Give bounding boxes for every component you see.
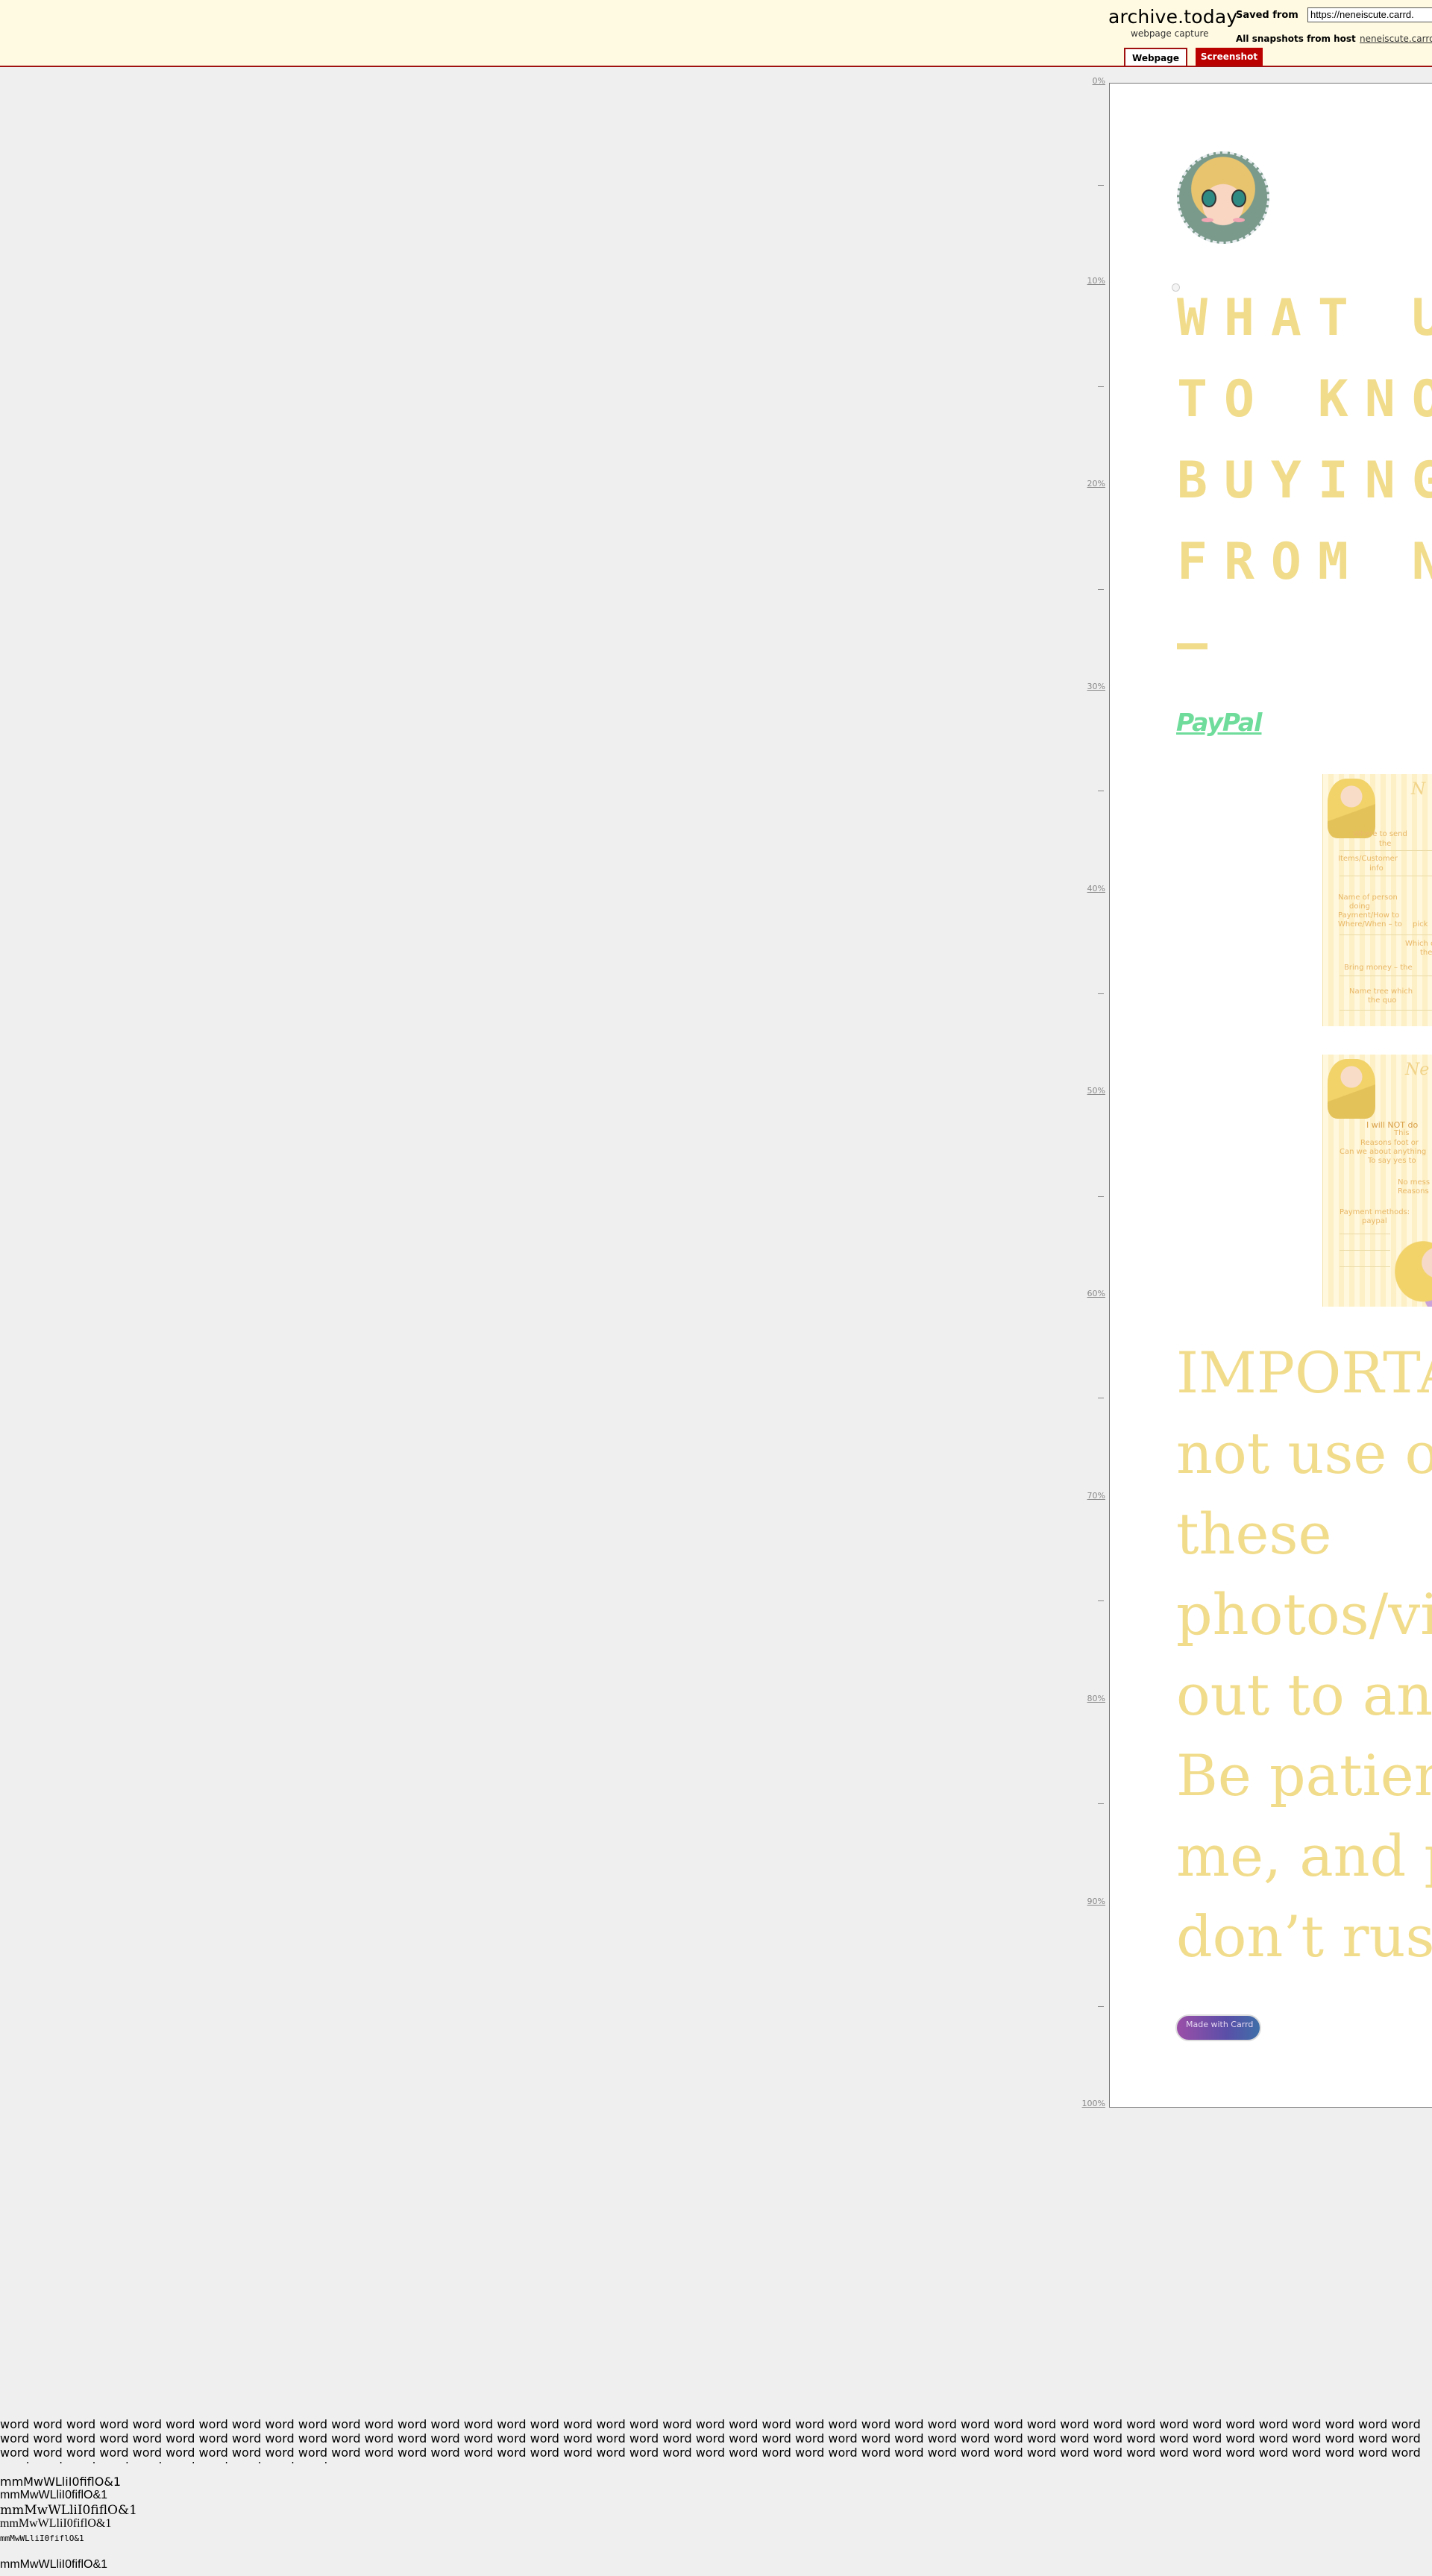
info-card-line: the — [1379, 840, 1392, 848]
character-illustration — [1390, 1219, 1432, 1307]
scale-tick[interactable]: 20% — [1087, 479, 1105, 489]
info-card-line: Name of person — [1338, 893, 1398, 902]
from-host-text: from host — [1307, 34, 1356, 44]
scale-tick[interactable]: 10% — [1087, 276, 1105, 286]
info-card-line: Items/Customer — [1338, 855, 1398, 863]
info-card-rule — [1340, 850, 1432, 851]
avatar-blush — [1233, 218, 1245, 222]
avatar-blush — [1202, 218, 1213, 222]
font-test-line: mmMwWLliI0fiflO&1 — [0, 2489, 108, 2501]
paypal-link[interactable]: PayPal — [1176, 708, 1262, 737]
captured-webpage: WHAT U TO KNO BUYING FROM N – PayPal N W… — [1109, 83, 1432, 2108]
character-illustration — [1328, 779, 1375, 838]
avatar-eye — [1202, 189, 1216, 207]
rules-card-line: Reasons foot or — [1360, 1139, 1419, 1147]
all-snapshots-label: All snapshots from host — [1236, 34, 1356, 44]
made-with-carrd-button[interactable]: Made with Carrd — [1175, 2014, 1261, 2041]
saved-from-label: Saved from — [1236, 10, 1298, 21]
page-headline: WHAT U TO KNO BUYING FROM N – — [1177, 289, 1432, 673]
scale-tick[interactable]: 60% — [1087, 1289, 1105, 1298]
rules-card-title: Ne — [1405, 1061, 1430, 1079]
info-card-line: the state — [1420, 949, 1432, 957]
font-test-line: mmMwWLliI0fiflO&1 — [0, 2503, 137, 2518]
rules-card-rule — [1340, 1250, 1390, 1251]
avatar-eye — [1231, 189, 1246, 207]
scale-dash — [1098, 185, 1104, 186]
info-card-line: Bring money – the — [1344, 964, 1413, 972]
character-illustration — [1328, 1059, 1375, 1119]
info-card-line: Payment/How to — [1338, 911, 1400, 920]
info-card-title: N — [1411, 780, 1426, 799]
info-card-line: Where to send — [1353, 830, 1407, 838]
info-card-rule — [1340, 1010, 1432, 1011]
saved-url-field[interactable] — [1307, 7, 1432, 22]
scale-tick[interactable]: 80% — [1087, 1694, 1105, 1703]
font-test-line: mmMwWLliI0fiflO&1 — [0, 2517, 112, 2530]
avatar — [1177, 151, 1269, 244]
scale-dash — [1098, 2006, 1104, 2007]
scale-dash — [1098, 1803, 1104, 1804]
font-test-line: mmMwWLliI0fiflO&1 — [0, 2533, 84, 2543]
info-card-line: Which one — [1405, 940, 1432, 948]
scale-dash — [1098, 1600, 1104, 1601]
rules-card-image: Ne I will NOT do This Reasons foot or Ca… — [1322, 1055, 1432, 1307]
scale-tick[interactable]: 70% — [1087, 1491, 1105, 1501]
important-notice: IMPORTA not use o these photos/vi out to… — [1176, 1339, 1432, 1970]
tab-screenshot[interactable]: Screenshot — [1196, 48, 1263, 66]
host-snapshots-link[interactable]: neneiscute.carrd — [1360, 34, 1432, 44]
scale-dash — [1098, 1196, 1104, 1197]
archive-header: archive.today webpage capture Saved from… — [0, 0, 1432, 67]
info-card-line: doing — [1349, 902, 1370, 911]
font-test-line: mmMwWLliI0fiflO&1 — [0, 2475, 121, 2489]
scale-dash — [1098, 386, 1104, 387]
all-snapshots-text: All snapshots — [1236, 34, 1304, 44]
rules-card-line: Can we about anything — [1340, 1148, 1427, 1156]
scale-tick[interactable]: 90% — [1087, 1897, 1105, 1906]
scale-tick[interactable]: 30% — [1087, 682, 1105, 691]
rules-card-line: No mess — [1398, 1178, 1431, 1187]
rules-card-line: Payment methods: — [1340, 1208, 1410, 1216]
font-test-line: mmMwWLliI0fiflO&1 — [0, 2558, 108, 2571]
scale-tick[interactable]: 0% — [1093, 76, 1105, 86]
scale-dash — [1098, 993, 1104, 994]
scale-tick[interactable]: 40% — [1087, 884, 1105, 893]
rules-card-line: Reasons — [1398, 1187, 1429, 1196]
tab-webpage[interactable]: Webpage — [1124, 48, 1187, 66]
rules-card-line: To say yes to — [1368, 1157, 1416, 1165]
info-card-rule — [1340, 934, 1432, 935]
scale-dash — [1098, 589, 1104, 590]
info-card-line: info — [1369, 864, 1384, 873]
scale-tick[interactable]: 50% — [1087, 1086, 1105, 1096]
info-card-line: the quo — [1368, 996, 1397, 1005]
scale-tick[interactable]: 100% — [1082, 2099, 1105, 2108]
archive-subtitle: webpage capture — [1131, 28, 1209, 39]
info-card-line: Name tree which — [1349, 987, 1413, 996]
rules-card-rule — [1340, 1266, 1390, 1267]
filler-words: word word word word word word word word … — [0, 2417, 1421, 2463]
rules-card-line: This — [1394, 1129, 1410, 1137]
info-card-line: pick — [1413, 920, 1428, 929]
archive-logo[interactable]: archive.today — [1108, 6, 1237, 28]
info-card-image: N Where to send the Items/Customer info … — [1322, 774, 1432, 1026]
